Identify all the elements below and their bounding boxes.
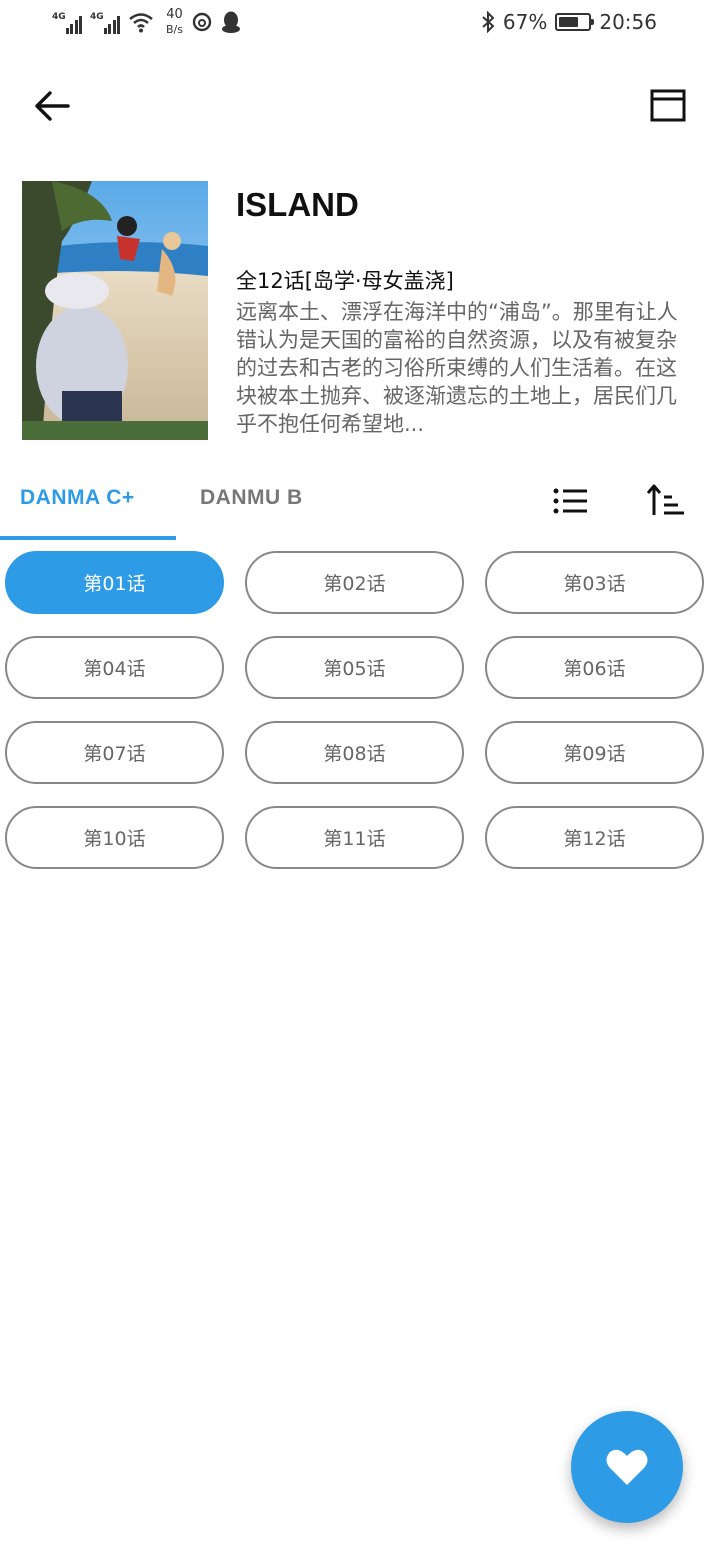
cell-signal-icon: 4G — [52, 10, 82, 34]
anime-title: ISLAND — [236, 186, 359, 223]
anime-poster — [22, 181, 208, 440]
anime-description[interactable]: 远离本土、漂浮在海洋中的“浦岛”。那里有让人错认为是天国的富裕的自然资源，以及有… — [236, 298, 696, 438]
episode-button[interactable]: 第04话 — [5, 636, 224, 699]
episode-button[interactable]: 第11话 — [245, 806, 464, 869]
tab-danmu-b[interactable]: DANMU B — [200, 486, 303, 510]
qq-penguin-icon — [221, 11, 240, 33]
episode-grid: 第01话 第02话 第03话 第04话 第05话 第06话 第07话 第08话 … — [5, 551, 705, 869]
episode-button[interactable]: 第06话 — [485, 636, 704, 699]
tab-danma-c-plus[interactable]: DANMA C+ — [20, 486, 135, 510]
episode-meta: 全12话[岛学·母女盖浇] — [236, 269, 454, 293]
status-bar: 4G 4G 40 B/s 67% 20:56 — [0, 0, 715, 46]
sort-ascending-icon[interactable] — [646, 483, 688, 519]
episode-button[interactable]: 第08话 — [245, 721, 464, 784]
episode-button[interactable]: 第10话 — [5, 806, 224, 869]
favorite-button[interactable] — [571, 1411, 683, 1523]
network-type-label: 4G — [52, 12, 66, 22]
window-icon[interactable] — [644, 84, 688, 128]
episode-button[interactable]: 第05话 — [245, 636, 464, 699]
battery-icon — [555, 13, 595, 31]
network-speed-value: 40 — [166, 7, 183, 22]
network-type-label-2: 4G — [90, 12, 104, 22]
anime-detail-screen: 4G 4G 40 B/s 67% 20:56 ISLAND 全12话[岛学·母女… — [0, 0, 715, 1555]
episode-button[interactable]: 第03话 — [485, 551, 704, 614]
episode-button[interactable]: 第09话 — [485, 721, 704, 784]
wifi-icon — [129, 13, 153, 33]
status-bar-right: 67% 20:56 — [481, 8, 657, 36]
list-icon[interactable] — [551, 483, 591, 519]
active-tab-indicator — [0, 536, 176, 540]
network-speed: 40 B/s — [166, 7, 183, 37]
battery-fill — [559, 17, 579, 27]
episode-button[interactable]: 第07话 — [5, 721, 224, 784]
netease-music-icon — [192, 12, 212, 32]
episode-button[interactable]: 第01话 — [5, 551, 224, 614]
network-speed-unit: B/s — [166, 23, 183, 36]
status-bar-left: 4G 4G 40 B/s — [52, 6, 241, 38]
heart-icon — [606, 1449, 648, 1485]
episode-button[interactable]: 第02话 — [245, 551, 464, 614]
cell-signal-icon-2: 4G — [90, 10, 120, 34]
back-arrow-icon[interactable] — [30, 84, 74, 128]
battery-percent: 67% — [502, 10, 548, 34]
episode-button[interactable]: 第12话 — [485, 806, 704, 869]
clock: 20:56 — [599, 10, 657, 34]
bluetooth-icon — [482, 11, 495, 33]
